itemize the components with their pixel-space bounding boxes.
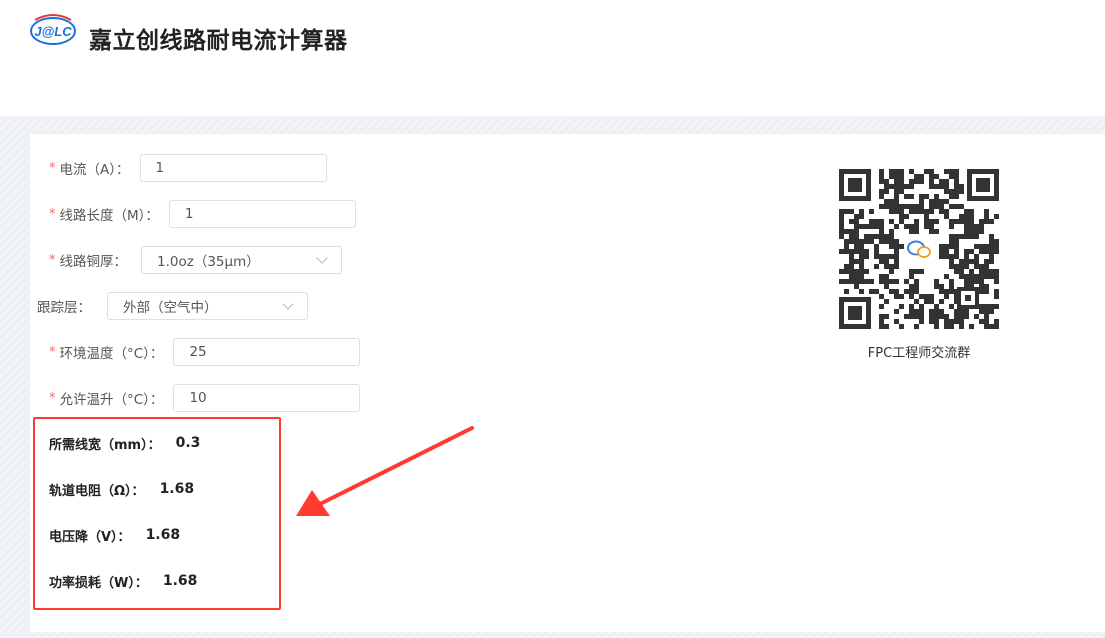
header: J@LC 嘉立创线路耐电流计算器 <box>0 0 1105 116</box>
layer-select[interactable]: 外部（空气中） <box>107 292 308 320</box>
qr-finder-top-left <box>839 169 871 201</box>
result-voltage-label: 电压降（V）： <box>49 529 131 545</box>
copper-select-value: 1.0oz（35μm） <box>157 254 260 270</box>
ambient-input[interactable]: 25 <box>173 338 361 366</box>
red-arrow-annotation <box>296 426 474 516</box>
wechat-icon <box>905 235 933 263</box>
qr-code[interactable] <box>839 169 999 329</box>
jlc-logo: J@LC <box>30 14 76 45</box>
ambient-label: 环境温度（°C）： <box>59 346 164 362</box>
page-title: 嘉立创线路耐电流计算器 <box>89 28 348 54</box>
result-width: 所需线宽（mm）： 0.3 <box>49 431 200 455</box>
rise-row: * 允许温升（°C）： 10 <box>49 384 361 412</box>
result-resistance-value: 1.68 <box>159 481 195 497</box>
length-row: * 线路长度（M）： 1 <box>49 200 356 228</box>
chevron-down-icon <box>316 252 328 264</box>
result-width-value: 0.3 <box>175 435 201 451</box>
copper-row: * 线路铜厚： 1.0oz（35μm） <box>49 246 342 274</box>
rise-label: 允许温升（°C）： <box>59 392 164 408</box>
qr-finder-bottom-left <box>839 297 871 329</box>
result-resistance-label: 轨道电阻（Ω）： <box>49 483 145 499</box>
required-mark: * <box>49 390 56 406</box>
qr-caption: FPC工程师交流群 <box>867 346 971 361</box>
result-power: 功率损耗（W）： 1.68 <box>49 569 197 593</box>
qr-finder-top-right <box>967 169 999 201</box>
chevron-down-icon <box>282 298 294 310</box>
result-power-label: 功率损耗（W）： <box>49 575 148 591</box>
length-label: 线路长度（M）： <box>59 208 159 224</box>
layer-label: 跟踪层： <box>37 300 91 316</box>
logo-text: J@LC <box>34 24 72 39</box>
copper-label: 线路铜厚： <box>59 254 128 270</box>
ambient-row: * 环境温度（°C）： 25 <box>49 338 361 366</box>
copper-select[interactable]: 1.0oz（35μm） <box>141 246 342 274</box>
required-mark: * <box>49 344 56 360</box>
current-label: 电流（A）： <box>59 162 130 178</box>
current-input[interactable]: 1 <box>139 154 327 182</box>
result-resistance: 轨道电阻（Ω）： 1.68 <box>49 477 194 501</box>
result-voltage-value: 1.68 <box>145 527 181 543</box>
result-width-label: 所需线宽（mm）： <box>49 437 161 453</box>
result-power-value: 1.68 <box>162 573 198 589</box>
rise-input[interactable]: 10 <box>173 384 361 412</box>
qr-alignment <box>957 287 979 309</box>
current-row: * 电流（A）： 1 <box>49 154 327 182</box>
required-mark: * <box>49 206 56 222</box>
length-input[interactable]: 1 <box>168 200 356 228</box>
layer-select-value: 外部（空气中） <box>123 300 218 316</box>
required-mark: * <box>49 252 56 268</box>
layer-row: 跟踪层： 外部（空气中） <box>37 292 308 320</box>
result-voltage: 电压降（V）： 1.68 <box>49 523 180 547</box>
required-mark: * <box>49 160 56 176</box>
